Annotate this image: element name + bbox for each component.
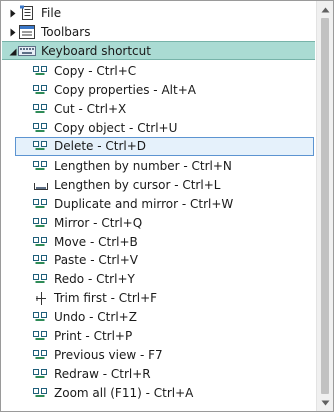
tree-item-file[interactable]: File xyxy=(1,4,316,23)
shortcut-item-cut[interactable]: Cut - Ctrl+X xyxy=(1,100,316,119)
shortcut-item-previous-view[interactable]: Previous view - F7 xyxy=(1,346,316,365)
shortcut-label: Move - Ctrl+B xyxy=(54,235,138,249)
keyboard-icon xyxy=(18,43,36,59)
shortcut-label: Delete - Ctrl+D xyxy=(54,139,147,153)
command-icon xyxy=(32,252,50,268)
shortcut-item-copy[interactable]: Copy - Ctrl+C xyxy=(1,62,316,81)
command-icon xyxy=(32,366,50,382)
tree-item-label: Keyboard shortcut xyxy=(41,44,151,58)
command-icon xyxy=(32,138,50,154)
scrollbar-thumb[interactable] xyxy=(321,18,329,394)
shortcut-item-lengthen-by-cursor[interactable]: Lengthen by cursor - Ctrl+L xyxy=(1,176,316,195)
shortcut-label: Copy - Ctrl+C xyxy=(54,64,137,78)
shortcut-item-delete[interactable]: Delete - Ctrl+D xyxy=(15,137,314,156)
shortcut-label: Cut - Ctrl+X xyxy=(54,102,127,116)
command-icon xyxy=(32,196,50,212)
shortcut-item-redo[interactable]: Redo - Ctrl+Y xyxy=(1,270,316,289)
toolbars-icon xyxy=(18,24,36,40)
command-icon xyxy=(32,101,50,117)
shortcut-item-mirror[interactable]: Mirror - Ctrl+Q xyxy=(1,214,316,233)
command-icon xyxy=(32,215,50,231)
tree-item-toolbars[interactable]: Toolbars xyxy=(1,23,316,42)
shortcut-label: Undo - Ctrl+Z xyxy=(54,310,137,324)
command-icon xyxy=(32,63,50,79)
command-icon xyxy=(32,347,50,363)
command-icon xyxy=(32,309,50,325)
shortcut-label: Redo - Ctrl+Y xyxy=(54,272,135,286)
command-icon xyxy=(32,158,50,174)
shortcut-label: Lengthen by number - Ctrl+N xyxy=(54,159,232,173)
command-icon xyxy=(32,120,50,136)
shortcut-label: Trim first - Ctrl+F xyxy=(54,291,158,305)
shortcut-item-zoom-all[interactable]: Zoom all (F11) - Ctrl+A xyxy=(1,384,316,403)
shortcut-item-duplicate-and-mirror[interactable]: Duplicate and mirror - Ctrl+W xyxy=(1,195,316,214)
document-icon xyxy=(18,5,36,21)
shortcut-label: Paste - Ctrl+V xyxy=(54,253,138,267)
trim-icon xyxy=(32,290,50,306)
shortcut-tree-panel: File Toolbars Keyboard shortcut Copy - C… xyxy=(0,0,334,412)
shortcut-item-move[interactable]: Move - Ctrl+B xyxy=(1,233,316,252)
expand-arrow-icon[interactable] xyxy=(8,23,18,42)
tree-item-label: Toolbars xyxy=(41,25,91,39)
shortcut-label: Redraw - Ctrl+R xyxy=(54,367,151,381)
tree-item-label: File xyxy=(41,6,62,20)
shortcut-item-paste[interactable]: Paste - Ctrl+V xyxy=(1,251,316,270)
shortcut-item-copy-object[interactable]: Copy object - Ctrl+U xyxy=(1,119,316,138)
shortcut-label: Zoom all (F11) - Ctrl+A xyxy=(54,386,194,400)
shortcut-label: Previous view - F7 xyxy=(54,348,163,362)
shortcut-label: Duplicate and mirror - Ctrl+W xyxy=(54,197,234,211)
shortcut-item-print[interactable]: Print - Ctrl+P xyxy=(1,327,316,346)
shortcut-item-undo[interactable]: Undo - Ctrl+Z xyxy=(1,308,316,327)
shortcut-label: Mirror - Ctrl+Q xyxy=(54,216,143,230)
shortcut-label: Lengthen by cursor - Ctrl+L xyxy=(54,178,221,192)
shortcut-item-lengthen-by-number[interactable]: Lengthen by number - Ctrl+N xyxy=(1,157,316,176)
scroll-down-arrow-icon[interactable] xyxy=(317,394,333,411)
command-icon xyxy=(32,271,50,287)
shortcut-label: Copy properties - Alt+A xyxy=(54,83,196,97)
shortcut-label: Copy object - Ctrl+U xyxy=(54,121,178,135)
tree-view[interactable]: File Toolbars Keyboard shortcut Copy - C… xyxy=(1,1,316,411)
shortcut-label: Print - Ctrl+P xyxy=(54,329,133,343)
lengthen-cursor-icon xyxy=(32,177,50,193)
collapse-arrow-icon[interactable] xyxy=(8,42,18,61)
command-icon xyxy=(32,385,50,401)
command-icon xyxy=(32,82,50,98)
shortcut-item-trim-first[interactable]: Trim first - Ctrl+F xyxy=(1,289,316,308)
shortcut-item-redraw[interactable]: Redraw - Ctrl+R xyxy=(1,365,316,384)
command-icon xyxy=(32,328,50,344)
shortcut-item-copy-properties[interactable]: Copy properties - Alt+A xyxy=(1,81,316,100)
command-icon xyxy=(32,234,50,250)
tree-item-keyboard-shortcut[interactable]: Keyboard shortcut xyxy=(2,41,315,60)
expand-arrow-icon[interactable] xyxy=(8,4,18,23)
scroll-up-arrow-icon[interactable] xyxy=(317,1,333,18)
vertical-scrollbar[interactable] xyxy=(316,1,333,411)
